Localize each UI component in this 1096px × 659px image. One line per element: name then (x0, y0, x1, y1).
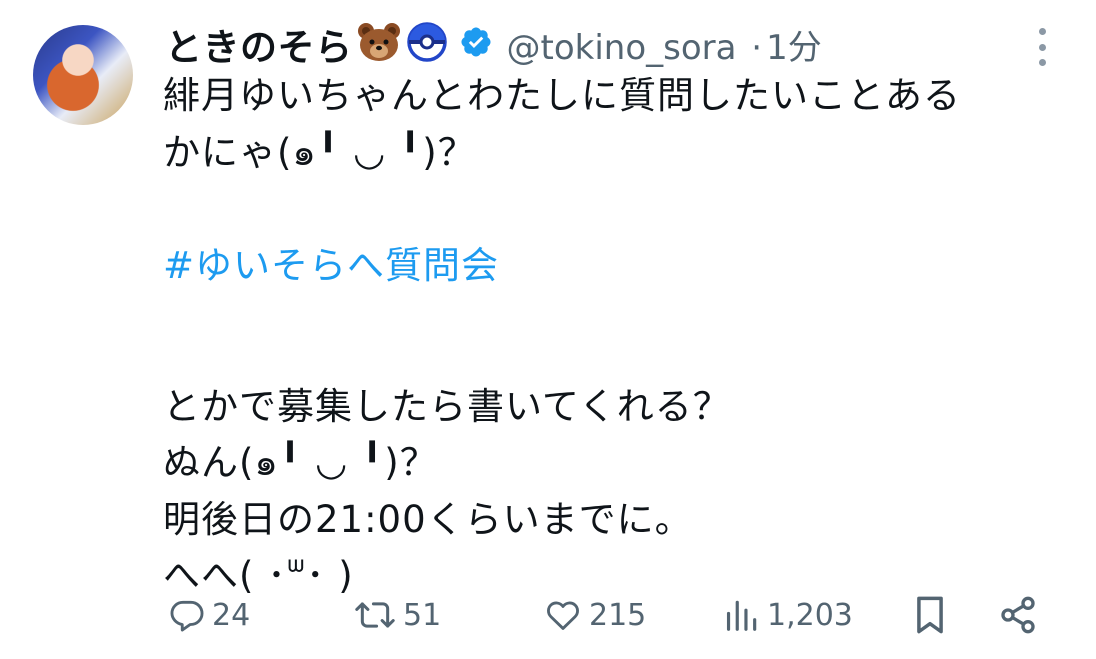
view-count: 1,203 (767, 597, 853, 633)
views-button[interactable]: 1,203 (723, 590, 853, 640)
share-icon (1001, 596, 1035, 634)
user-handle[interactable]: @tokino_sora · 1分 (507, 20, 822, 69)
more-options-icon[interactable] (1030, 28, 1054, 66)
reply-button[interactable]: 24 (168, 590, 250, 640)
retweet-count: 51 (403, 597, 442, 633)
reply-count: 24 (212, 597, 251, 633)
dot (1038, 59, 1046, 66)
tweet-line: 明後日の21:00くらいまでに。 (163, 497, 693, 541)
verified-badge-icon (459, 25, 493, 63)
retweet-icon (355, 602, 395, 628)
avatar[interactable] (33, 25, 133, 125)
share-button[interactable] (998, 590, 1038, 640)
action-bar: 24 51 215 1,203 (163, 590, 1043, 640)
heart-icon (547, 601, 579, 630)
bear-face-icon (357, 22, 401, 66)
like-button[interactable]: 215 (543, 590, 646, 640)
dot (1038, 28, 1046, 35)
tweet-header: ときのそら @tokino_sora · 1分 (165, 18, 822, 70)
dot-separator: · (751, 27, 763, 68)
reply-icon (170, 600, 204, 632)
poke-ball-icon (405, 22, 449, 66)
dot (1038, 43, 1046, 51)
bookmark-button[interactable] (911, 590, 949, 640)
tweet-line: とかで募集したら書いてくれる？ (163, 384, 731, 428)
retweet-button[interactable]: 51 (353, 590, 441, 640)
hashtag-link[interactable]: #ゆいそらへ質問会 (163, 238, 961, 295)
display-name[interactable]: ときのそら (165, 17, 353, 71)
timestamp[interactable]: 1分 (766, 28, 822, 68)
like-count: 215 (589, 597, 647, 633)
tweet-text: 緋月ゆいちゃんとわたしに質問したいことある かにゃ(๑╹ ◡ ╹)？ #ゆいそらへ… (163, 68, 961, 605)
tweet-line: かにゃ(๑╹ ◡ ╹)？ (163, 130, 476, 174)
analytics-icon (726, 600, 757, 631)
bookmark-icon (917, 596, 943, 634)
tweet-line: ぬん(๑╹ ◡ ╹)？ (163, 441, 438, 484)
tweet-line: 緋月ゆいちゃんとわたしに質問したいことある (163, 74, 961, 117)
handle-text[interactable]: @tokino_sora (507, 28, 737, 68)
